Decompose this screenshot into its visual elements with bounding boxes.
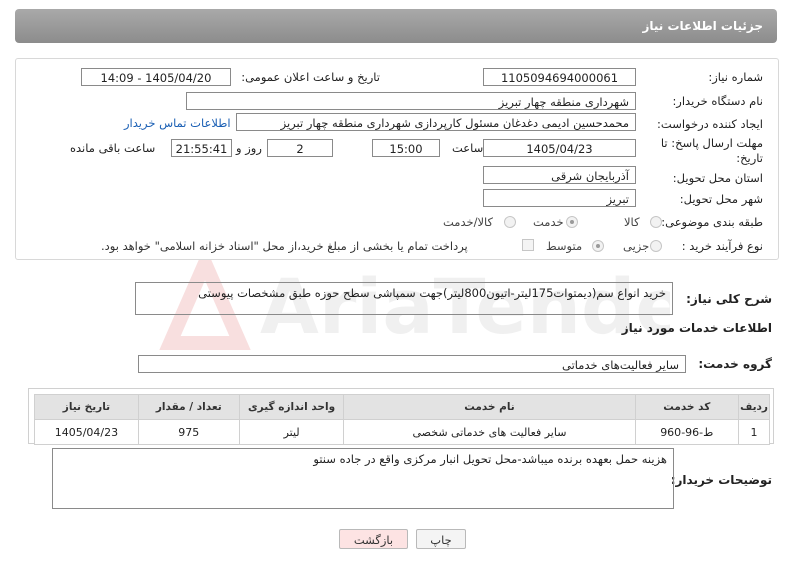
cell-service-name: سایر فعالیت های خدماتی شخصی [343,419,636,445]
col-header-service-code: کد خدمت [634,394,740,420]
city-label: شهر محل تحویل: [679,192,763,206]
col-header-service-name: نام خدمت [343,394,636,420]
col-header-unit: واحد اندازه گیری [238,394,345,420]
province-field: آذربایجان شرقی [483,166,636,184]
need-number-label: شماره نیاز: [708,70,763,84]
deadline-label-line2: تاریخ: [736,151,763,165]
category-option-goods: کالا [624,215,640,229]
process-option-minor: جزیی [623,239,650,253]
announce-datetime-field: 1405/04/20 - 14:09 [81,68,231,86]
category-radio-goods[interactable] [650,216,662,228]
days-remaining-field: 2 [267,139,333,157]
province-label: استان محل تحویل: [672,171,763,185]
cell-service-code: ط-96-960 [634,419,740,445]
buyer-notes-textarea: هزینه حمل بعهده برنده میباشد-محل تحویل ا… [52,448,674,509]
cell-need-date: 1405/04/23 [34,419,139,445]
days-label: روز و [236,141,262,155]
page-header: جزئیات اطلاعات نیاز [15,9,777,43]
deadline-label-line1: مهلت ارسال پاسخ: تا [660,136,763,150]
process-radio-medium[interactable] [592,240,604,252]
cell-quantity: 975 [137,419,240,445]
deadline-time-field: 15:00 [372,139,440,157]
category-option-goods-service: کالا/خدمت [443,215,494,229]
process-radio-minor[interactable] [650,240,662,252]
requester-label: ایجاد کننده درخواست: [657,117,763,131]
category-option-service: خدمت [533,215,564,229]
buyer-org-label: نام دستگاه خریدار: [672,94,763,108]
remaining-label: ساعت باقی مانده [70,141,156,155]
announce-datetime-label: تاریخ و ساعت اعلان عمومی: [241,70,380,84]
col-header-need-date: تاریخ نیاز [34,394,139,420]
treasury-note: پرداخت تمام یا بخشی از مبلغ خرید،از محل … [101,239,468,253]
services-table: ردیف کد خدمت نام خدمت واحد اندازه گیری ت… [34,394,770,445]
city-field: تبریز [483,189,636,207]
page-title: جزئیات اطلاعات نیاز [642,19,763,33]
service-group-label: گروه خدمت: [698,357,772,371]
category-radio-service[interactable] [566,216,578,228]
cell-row-number: 1 [738,419,770,445]
table-row: 1 ط-96-960 سایر فعالیت های خدماتی شخصی ل… [34,419,770,445]
col-header-quantity: تعداد / مقدار [137,394,240,420]
cell-unit: لیتر [238,419,345,445]
remaining-time-field: 21:55:41 [171,139,232,157]
buyer-notes-label: توضیحات خریدار: [670,473,772,487]
treasury-checkbox[interactable] [522,239,534,251]
print-button[interactable]: چاپ [416,529,466,549]
summary-label: شرح کلی نیاز: [686,292,772,306]
deadline-label: مهلت ارسال پاسخ: تا تاریخ: [661,136,763,166]
buyer-org-field: شهرداری منطقه چهار تبریز [186,92,636,110]
buyer-contact-link[interactable]: اطلاعات تماس خریدار [124,116,231,130]
process-label: نوع فرآیند خرید : [681,239,763,253]
time-label: ساعت [452,141,484,155]
col-header-row-number: ردیف [738,394,770,420]
service-group-field: سایر فعالیت‌های خدماتی [138,355,686,373]
services-table-header: ردیف کد خدمت نام خدمت واحد اندازه گیری ت… [34,394,770,420]
process-option-medium: متوسط [546,239,583,253]
need-number-field: 1105094694000061 [483,68,636,86]
back-button[interactable]: بازگشت [339,529,408,549]
deadline-date-field: 1405/04/23 [483,139,636,157]
summary-textarea: خرید انواع سم(دیمتوات175لیتر-اتیون800لیت… [135,282,673,315]
category-radio-goods-service[interactable] [504,216,516,228]
services-section-title: اطلاعات خدمات مورد نیاز [621,321,772,335]
requester-field: محمدحسین ادیمی دغدغان مسئول کارپردازی شه… [236,113,636,131]
category-label: طبقه بندی موضوعی: [661,215,763,229]
